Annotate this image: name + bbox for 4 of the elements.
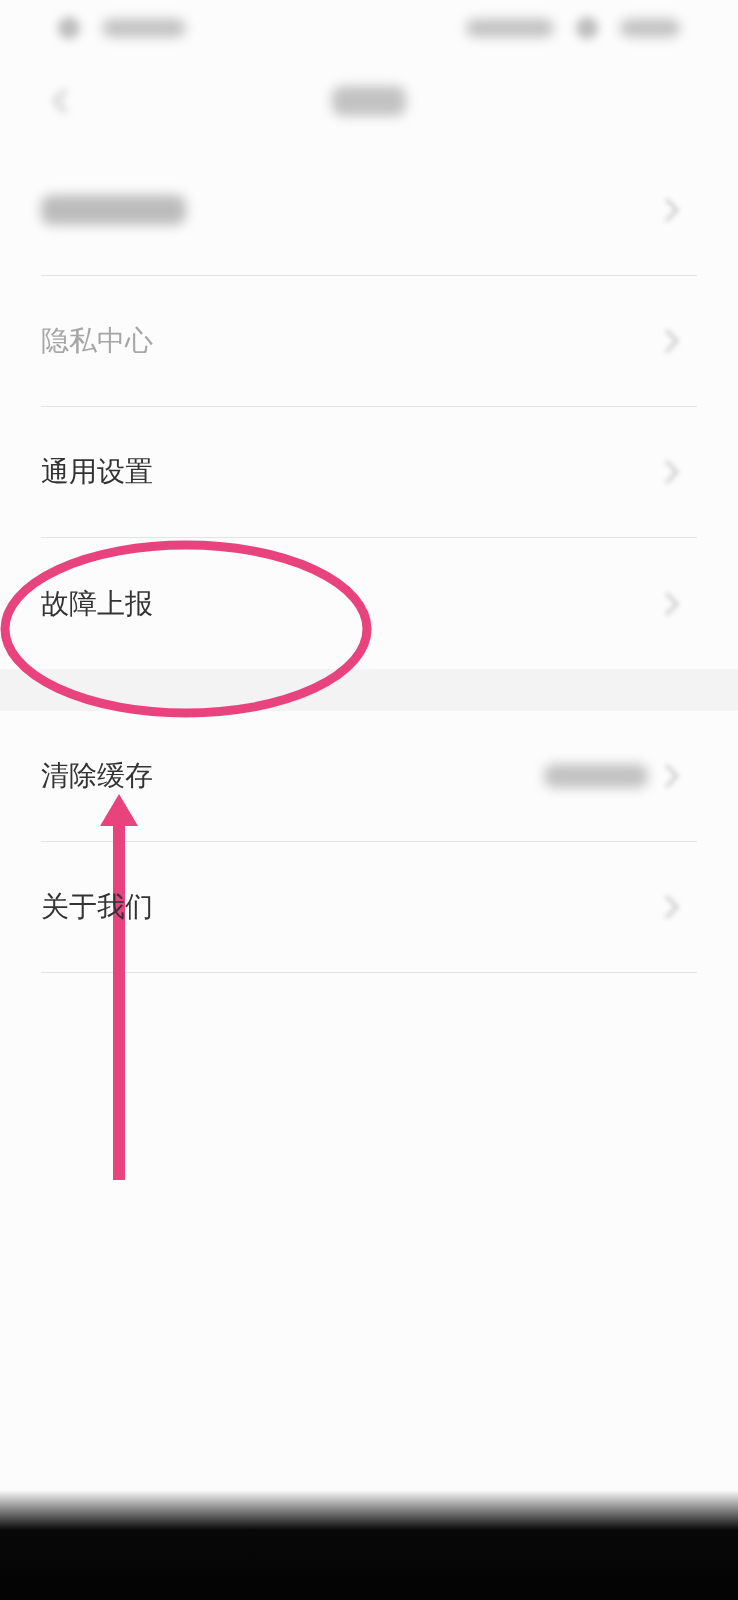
item-label[interactable]: 清除缓存 [41, 759, 153, 793]
blurred-label[interactable] [41, 195, 186, 225]
item-label[interactable]: 通用设置 [41, 455, 153, 489]
item-label[interactable]: 故障上报 [41, 586, 153, 621]
